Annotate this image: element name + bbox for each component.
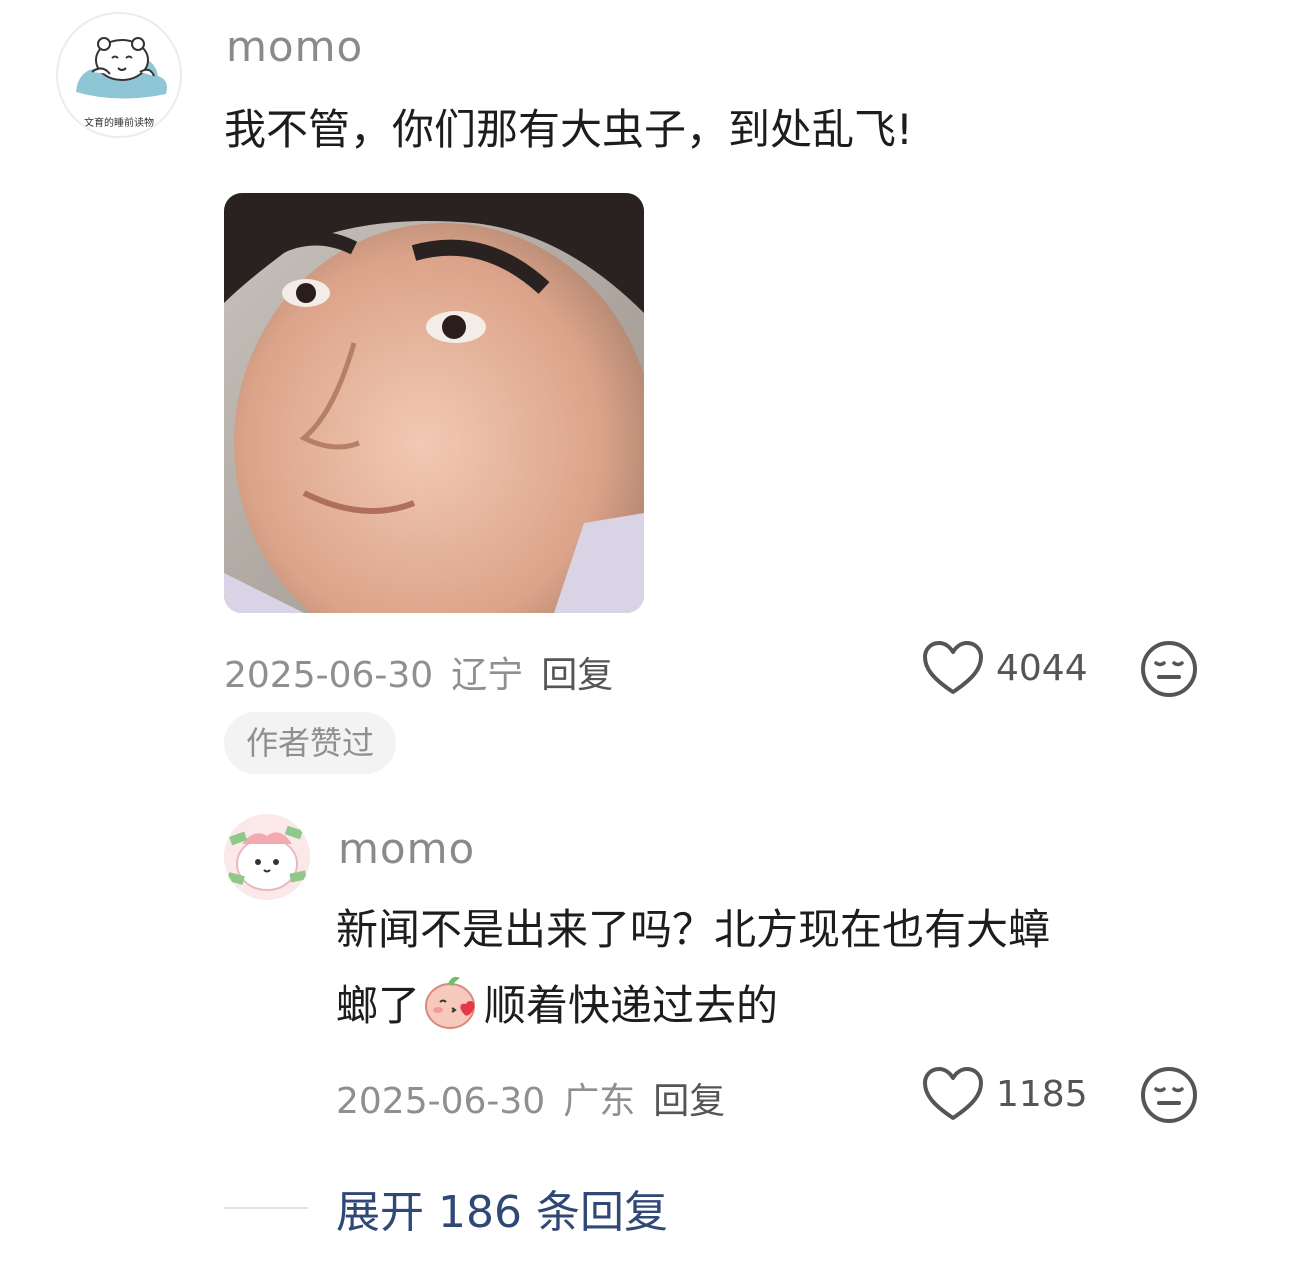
author-liked-badge: 作者赞过 xyxy=(224,712,397,774)
avatar[interactable]: 文育的睡前读物 xyxy=(56,12,182,138)
comment-date: 2025-06-30 xyxy=(224,655,434,696)
comment-thread: 文育的睡前读物 momo 我不管，你们那有大虫子，到处乱飞! 2025-06-3… xyxy=(0,0,1316,1277)
reply-text-line-1: 新闻不是出来了吗？北方现在也有大蟑 xyxy=(336,905,1051,954)
comment-username[interactable]: momo xyxy=(226,22,363,71)
reply-username[interactable]: momo xyxy=(338,824,475,873)
reply-like-count: 1185 xyxy=(996,1073,1088,1115)
heart-outline-icon xyxy=(923,1067,983,1120)
blushing-kiss-emoji-icon xyxy=(422,972,482,1056)
expand-replies-label[interactable]: 展开 186 条回复 xyxy=(336,1176,668,1240)
meh-face-icon[interactable] xyxy=(1140,640,1198,698)
reply-date: 2025-06-30 xyxy=(336,1081,546,1122)
reply-avatar[interactable] xyxy=(224,814,310,900)
comment-region: 辽宁 xyxy=(451,655,524,696)
reply-like-button[interactable]: 1185 xyxy=(922,1066,1088,1122)
reply-text-after-emoji: 顺着快递过去的 xyxy=(484,981,779,1030)
meh-face-icon[interactable] xyxy=(1140,1066,1198,1124)
meme-face-image xyxy=(224,193,644,613)
reply-text-line-2: 螂了 顺着快递过去的 xyxy=(336,968,778,1056)
comment-meta: 2025-06-30 辽宁 回复 xyxy=(224,646,613,698)
reply-meta: 2025-06-30 广东 回复 xyxy=(336,1072,725,1124)
polar-bear-avatar-icon xyxy=(76,37,167,99)
comment-text: 我不管，你们那有大虫子，到处乱飞! xyxy=(224,105,913,154)
comment-like-count: 4044 xyxy=(996,647,1088,689)
cartoon-money-avatar-icon xyxy=(224,814,310,900)
avatar-caption: 文育的睡前读物 xyxy=(84,118,154,129)
expand-replies[interactable]: 展开 186 条回复 xyxy=(224,1176,668,1240)
reply-text-before-emoji: 螂了 xyxy=(336,981,421,1030)
heart-outline-icon xyxy=(923,641,983,694)
reply-region: 广东 xyxy=(563,1081,636,1122)
expand-divider xyxy=(224,1207,308,1209)
comment-reply-button[interactable]: 回复 xyxy=(541,655,613,696)
reply-reply-button[interactable]: 回复 xyxy=(653,1081,725,1122)
comment-image[interactable] xyxy=(224,193,644,613)
comment-like-button[interactable]: 4044 xyxy=(922,640,1088,696)
